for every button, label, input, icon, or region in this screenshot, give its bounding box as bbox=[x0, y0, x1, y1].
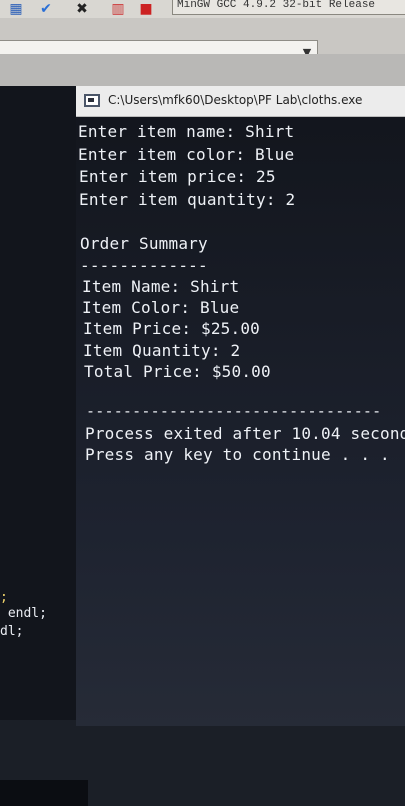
console-app-icon bbox=[84, 94, 100, 107]
compiler-select[interactable]: MinGW GCC 4.9.2 32-bit Release bbox=[172, 0, 405, 15]
console-line: Enter item quantity: 2 bbox=[79, 190, 296, 209]
console-line: Press any key to continue . . . bbox=[85, 445, 390, 464]
toolbar-divider bbox=[0, 54, 405, 86]
editor-scrollbar[interactable] bbox=[0, 780, 88, 806]
ide-toolbar: ▦ ✔ ✖ ▥ ■ MinGW GCC 4.9.2 32-bit Release bbox=[0, 0, 405, 19]
code-line: endl; bbox=[0, 606, 47, 621]
console-divider: -------------------------------- bbox=[86, 402, 382, 420]
chart-icon[interactable]: ▥ bbox=[108, 0, 128, 17]
code-line: ; bbox=[0, 590, 8, 605]
console-line: Enter item color: Blue bbox=[78, 145, 295, 164]
grid-icon[interactable]: ▦ bbox=[6, 0, 26, 17]
toolbar-row: ▼ bbox=[0, 18, 405, 64]
console-titlebar[interactable]: C:\Users\mfk60\Desktop\PF Lab\cloths.exe bbox=[76, 86, 405, 117]
check-icon[interactable]: ✔ bbox=[36, 0, 56, 17]
console-line: Item Color: Blue bbox=[82, 298, 240, 317]
console-line: Total Price: $50.00 bbox=[84, 362, 271, 381]
stop-icon[interactable]: ■ bbox=[136, 0, 156, 17]
console-line: Enter item price: 25 bbox=[79, 167, 276, 186]
console-line: ------------- bbox=[80, 256, 208, 275]
console-line: Item Price: $25.00 bbox=[83, 319, 260, 338]
code-line: dl; bbox=[0, 624, 24, 639]
console-title: C:\Users\mfk60\Desktop\PF Lab\cloths.exe bbox=[108, 93, 363, 107]
console-line: Item Name: Shirt bbox=[82, 277, 240, 296]
x-icon[interactable]: ✖ bbox=[72, 0, 92, 17]
console-line: Item Quantity: 2 bbox=[83, 341, 241, 360]
console-line: Process exited after 10.04 seconds bbox=[85, 424, 405, 443]
console-line: Enter item name: Shirt bbox=[78, 122, 295, 141]
console-line: Order Summary bbox=[80, 234, 208, 253]
console-window[interactable]: C:\Users\mfk60\Desktop\PF Lab\cloths.exe… bbox=[76, 86, 405, 726]
